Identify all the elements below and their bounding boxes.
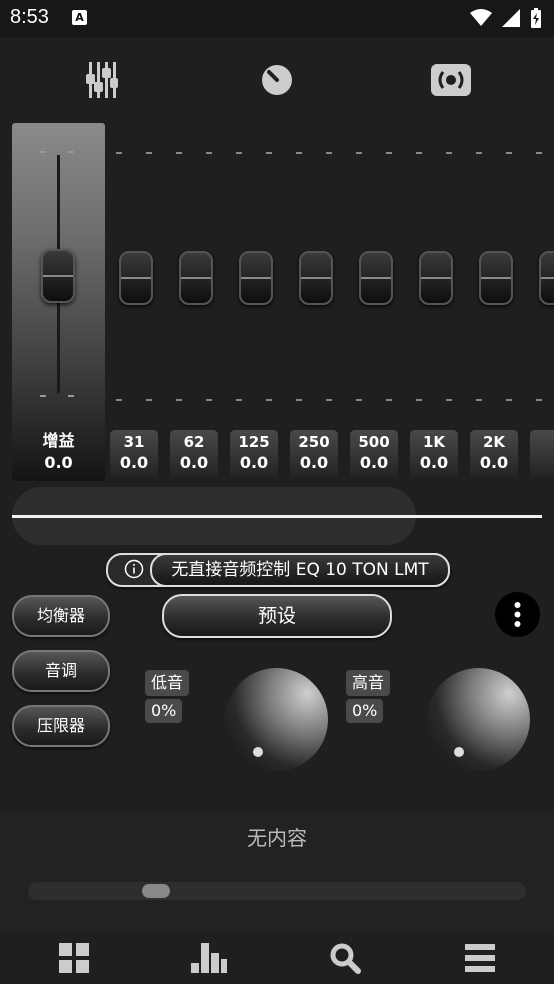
band-box[interactable]: 1K 0.0: [410, 430, 458, 478]
tick-mark: [68, 395, 74, 397]
surround-tab[interactable]: [431, 64, 471, 100]
horizontal-scrollbar[interactable]: [28, 882, 526, 900]
bass-label: 低音: [145, 670, 190, 696]
knob-tab[interactable]: [261, 64, 293, 100]
gain-value: 0.0: [44, 453, 73, 472]
sliders-icon: [86, 62, 118, 98]
band-box[interactable]: 2K 0.0: [470, 430, 518, 478]
info-text: 无直接音频控制 EQ 10 TON LMT: [150, 553, 450, 587]
band-box[interactable]: 62 0.0: [170, 430, 218, 478]
tone-button[interactable]: 音调: [12, 650, 110, 692]
gain-slider[interactable]: 增益 0.0: [12, 123, 105, 481]
bottom-navigation: [0, 932, 554, 984]
band-slider-500[interactable]: [359, 251, 393, 305]
band-box[interactable]: 31 0.0: [110, 430, 158, 478]
band-scale-bottom: [112, 399, 554, 401]
nav-search[interactable]: [315, 932, 375, 984]
status-time: 8:53: [10, 6, 49, 28]
mode-tabs: [0, 50, 554, 110]
band-freq: 62: [183, 433, 205, 451]
tick-mark: [68, 151, 74, 153]
grid-icon: [59, 943, 89, 973]
speaker-icon: [431, 64, 471, 96]
band-freq: 31: [123, 433, 145, 451]
equalizer-tab[interactable]: [86, 62, 118, 102]
band-slider-2k[interactable]: [479, 251, 513, 305]
band-slider-250[interactable]: [299, 251, 333, 305]
tick-mark: [40, 151, 46, 153]
limiter-button[interactable]: 压限器: [12, 705, 110, 747]
more-vert-icon: [514, 602, 521, 627]
empty-message: 无内容: [247, 826, 307, 850]
scrollbar-thumb[interactable]: [142, 884, 170, 898]
band-value: 0.0: [479, 453, 509, 472]
battery-icon: [531, 8, 541, 28]
info-bar[interactable]: 无直接音频控制 EQ 10 TON LMT: [106, 553, 450, 587]
treble-dial[interactable]: [427, 668, 530, 771]
nav-menu[interactable]: [450, 932, 510, 984]
band-box[interactable]: 125 0.0: [230, 430, 278, 478]
notification-app-icon: A: [72, 10, 87, 25]
status-bar: 8:53 A: [0, 0, 554, 37]
bar-chart-icon: [191, 943, 227, 973]
search-icon: [330, 943, 361, 974]
nav-grid[interactable]: [44, 932, 104, 984]
level-line: [12, 515, 542, 518]
band-value: 0.0: [119, 453, 149, 472]
band-value: 0.0: [239, 453, 269, 472]
band-freq: 1K: [422, 433, 446, 451]
band-freq: 250: [298, 433, 330, 451]
band-freq: 2K: [482, 433, 506, 451]
equalizer-button[interactable]: 均衡器: [12, 595, 110, 637]
gain-label: 增益: [42, 431, 75, 450]
menu-icon: [465, 944, 495, 972]
knob-icon: [262, 65, 292, 95]
info-icon[interactable]: [124, 559, 144, 579]
band-freq: 125: [238, 433, 270, 451]
band-box[interactable]: 250 0.0: [290, 430, 338, 478]
band-scale-top: [112, 152, 554, 154]
band-slider-125[interactable]: [239, 251, 273, 305]
band-slider-1k[interactable]: [419, 251, 453, 305]
treble-label: 高音: [346, 670, 391, 696]
band-value: 0.0: [179, 453, 209, 472]
wifi-icon: [470, 9, 492, 26]
treble-value: 0%: [346, 699, 384, 723]
dial-indicator: [253, 747, 263, 757]
preset-button[interactable]: 预设: [162, 594, 392, 638]
band-box-partial[interactable]: [530, 430, 554, 478]
signal-icon: [502, 9, 520, 27]
more-options-button[interactable]: [495, 592, 540, 637]
gain-slider-knob[interactable]: [41, 249, 75, 303]
tick-mark: [40, 395, 46, 397]
band-value: 0.0: [299, 453, 329, 472]
band-slider-4k[interactable]: [539, 251, 554, 305]
band-value: 0.0: [419, 453, 449, 472]
bass-dial[interactable]: [225, 668, 328, 771]
band-box[interactable]: 500 0.0: [350, 430, 398, 478]
band-slider-31[interactable]: [119, 251, 153, 305]
dial-indicator: [454, 747, 464, 757]
nav-charts[interactable]: [179, 932, 239, 984]
system-icons: [470, 8, 542, 28]
band-freq: 500: [358, 433, 390, 451]
bass-value: 0%: [145, 699, 183, 723]
band-slider-62[interactable]: [179, 251, 213, 305]
band-value: 0.0: [359, 453, 389, 472]
